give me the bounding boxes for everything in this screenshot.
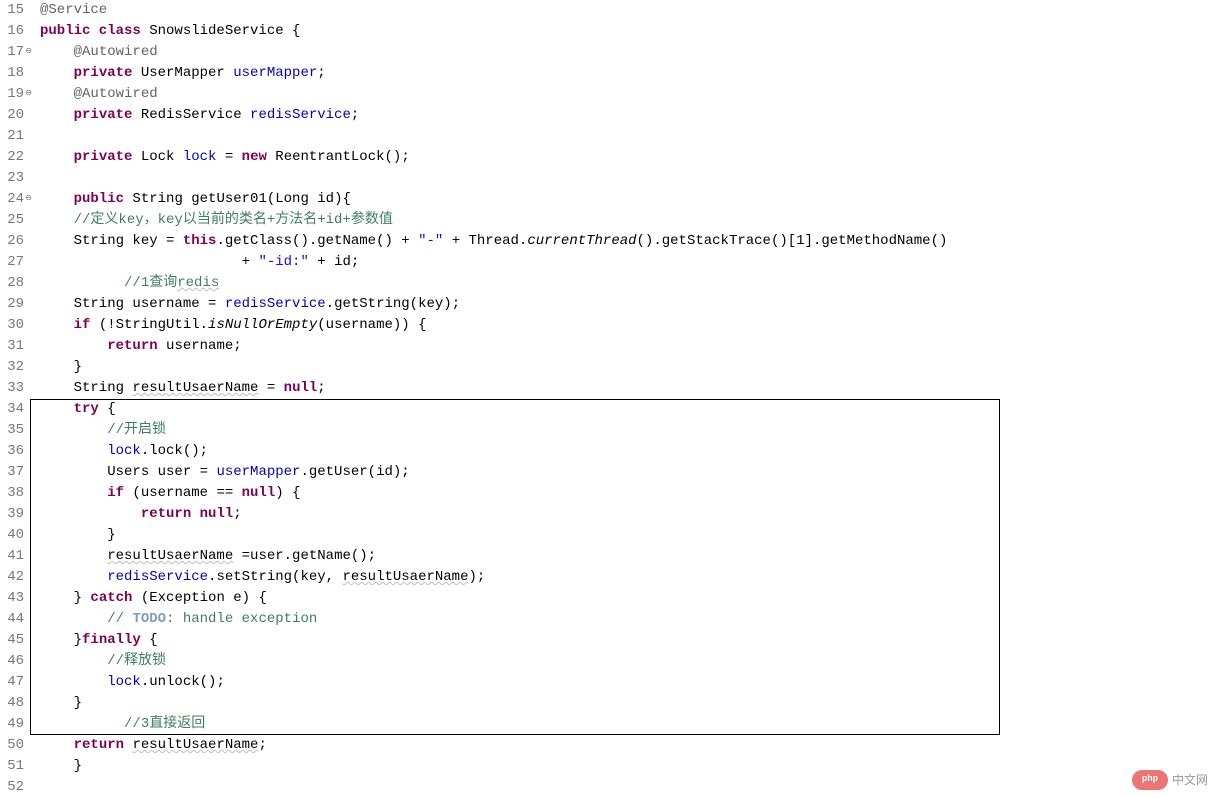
line-number: 23	[0, 168, 24, 189]
watermark-logo: php	[1132, 770, 1168, 790]
code-line	[40, 126, 1220, 147]
code-line: lock.unlock();	[40, 672, 1220, 693]
line-number: 36	[0, 441, 24, 462]
line-number: 49	[0, 714, 24, 735]
line-number: 24⊖	[0, 189, 24, 210]
code-line: private UserMapper userMapper;	[40, 63, 1220, 84]
line-number: 15	[0, 0, 24, 21]
line-number: 40	[0, 525, 24, 546]
code-line: redisService.setString(key, resultUsaerN…	[40, 567, 1220, 588]
code-line: return null;	[40, 504, 1220, 525]
watermark-text: 中文网	[1172, 771, 1208, 789]
code-line: String key = this.getClass().getName() +…	[40, 231, 1220, 252]
line-number: 19⊖	[0, 84, 24, 105]
line-number-gutter: 151617⊖1819⊖2021222324⊖25262728293031323…	[0, 0, 28, 798]
line-number: 27	[0, 252, 24, 273]
code-line: }	[40, 693, 1220, 714]
code-line: }	[40, 357, 1220, 378]
line-number: 32	[0, 357, 24, 378]
line-number: 30	[0, 315, 24, 336]
line-number: 33	[0, 378, 24, 399]
line-number: 51	[0, 756, 24, 777]
line-number: 45	[0, 630, 24, 651]
line-number: 26	[0, 231, 24, 252]
code-line: @Autowired	[40, 84, 1220, 105]
line-number: 44	[0, 609, 24, 630]
code-line: }	[40, 525, 1220, 546]
code-line: //开启锁	[40, 420, 1220, 441]
code-line: + "-id:" + id;	[40, 252, 1220, 273]
line-number: 29	[0, 294, 24, 315]
code-line: resultUsaerName =user.getName();	[40, 546, 1220, 567]
line-number: 38	[0, 483, 24, 504]
code-line: }	[40, 756, 1220, 777]
watermark: php 中文网	[1132, 770, 1208, 790]
code-line: //定义key，key以当前的类名+方法名+id+参数值	[40, 210, 1220, 231]
line-number: 48	[0, 693, 24, 714]
code-line: private Lock lock = new ReentrantLock();	[40, 147, 1220, 168]
code-area: @Servicepublic class SnowslideService { …	[28, 0, 1220, 798]
code-line: String resultUsaerName = null;	[40, 378, 1220, 399]
code-line: try {	[40, 399, 1220, 420]
code-line: if (!StringUtil.isNullOrEmpty(username))…	[40, 315, 1220, 336]
fold-marker-icon[interactable]: ⊖	[22, 88, 32, 98]
code-line: } catch (Exception e) {	[40, 588, 1220, 609]
line-number: 35	[0, 420, 24, 441]
line-number: 41	[0, 546, 24, 567]
line-number: 25	[0, 210, 24, 231]
code-line: @Service	[40, 0, 1220, 21]
line-number: 21	[0, 126, 24, 147]
code-line: return resultUsaerName;	[40, 735, 1220, 756]
line-number: 34	[0, 399, 24, 420]
code-line: lock.lock();	[40, 441, 1220, 462]
code-line: // TODO: handle exception	[40, 609, 1220, 630]
code-line: public class SnowslideService {	[40, 21, 1220, 42]
fold-marker-icon[interactable]: ⊖	[22, 46, 32, 56]
line-number: 42	[0, 567, 24, 588]
code-line: Users user = userMapper.getUser(id);	[40, 462, 1220, 483]
line-number: 52	[0, 777, 24, 798]
code-line: private RedisService redisService;	[40, 105, 1220, 126]
code-container: 151617⊖1819⊖2021222324⊖25262728293031323…	[0, 0, 1220, 798]
code-line: //3直接返回	[40, 714, 1220, 735]
line-number: 43	[0, 588, 24, 609]
code-line: @Autowired	[40, 42, 1220, 63]
line-number: 20	[0, 105, 24, 126]
code-line	[40, 168, 1220, 189]
fold-marker-icon[interactable]: ⊖	[22, 193, 32, 203]
line-number: 22	[0, 147, 24, 168]
code-line: if (username == null) {	[40, 483, 1220, 504]
line-number: 28	[0, 273, 24, 294]
line-number: 39	[0, 504, 24, 525]
code-line: //1查询redis	[40, 273, 1220, 294]
code-line: }finally {	[40, 630, 1220, 651]
code-line: String username = redisService.getString…	[40, 294, 1220, 315]
line-number: 50	[0, 735, 24, 756]
line-number: 16	[0, 21, 24, 42]
code-line: return username;	[40, 336, 1220, 357]
code-line: //释放锁	[40, 651, 1220, 672]
line-number: 31	[0, 336, 24, 357]
line-number: 17⊖	[0, 42, 24, 63]
line-number: 47	[0, 672, 24, 693]
line-number: 46	[0, 651, 24, 672]
line-number: 37	[0, 462, 24, 483]
line-number: 18	[0, 63, 24, 84]
code-line	[40, 777, 1220, 798]
code-line: public String getUser01(Long id){	[40, 189, 1220, 210]
